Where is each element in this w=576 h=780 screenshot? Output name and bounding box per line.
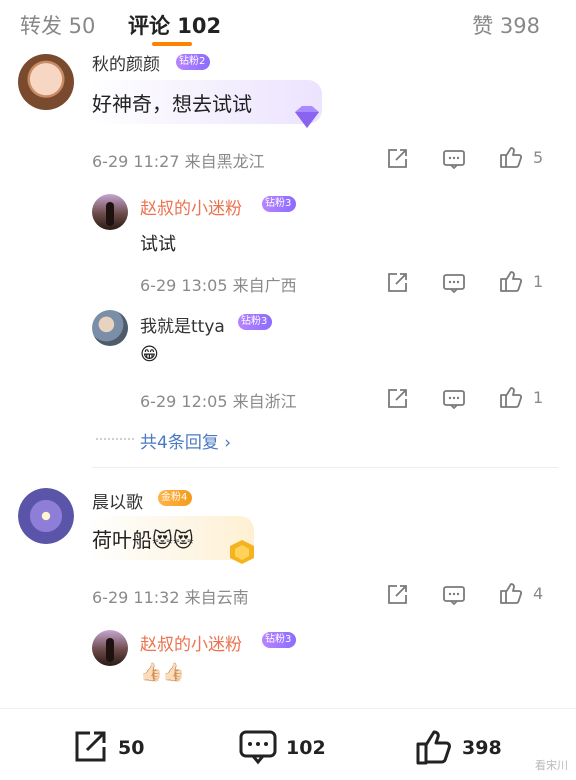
comment-text: 荷叶船😻😻 [92,528,194,552]
share-icon[interactable] [384,582,410,608]
like-count: 4 [533,584,544,603]
repost-count: 50 [118,737,145,759]
like-icon[interactable] [498,384,524,410]
reply-username[interactable]: 我就是ttya [140,312,225,337]
tab-comment[interactable]: 评论 102 [128,10,221,40]
like-count: 1 [533,388,544,407]
tab-like[interactable]: 赞 398 [472,10,540,40]
more-replies-label[interactable]: 共4条回复 › [140,428,231,453]
like-icon [416,730,451,765]
share-icon[interactable] [384,146,410,172]
fan-badge: 钻粉3 [262,196,297,212]
like-count: 5 [533,148,544,167]
reply-text: 试试 [140,234,176,255]
comment-text: 好神奇，想去试试 [92,92,252,116]
more-replies-dots [96,438,134,440]
comment-meta: 6-29 11:27 来自黑龙江 [92,152,265,171]
like-icon[interactable] [498,144,524,170]
reply-meta: 6-29 13:05 来自广西 [140,276,297,295]
reply-text: 😁 [140,344,159,365]
fan-badge: 钻粉2 [176,54,211,70]
like-count: 398 [462,737,502,759]
comment-meta: 6-29 11:32 来自云南 [92,588,249,607]
fan-badge: 金粉4 [158,490,193,506]
like-icon[interactable] [498,268,524,294]
reply-username[interactable]: 赵叔的小迷粉 [140,630,242,655]
reply-icon[interactable] [441,582,467,608]
comment-username[interactable]: 晨以歌 [92,488,143,513]
reply-meta: 6-29 12:05 来自浙江 [140,392,297,411]
reply-icon[interactable] [441,270,467,296]
tab-repost[interactable]: 转发 50 [20,10,95,40]
comment-count: 102 [286,737,326,759]
comment-username[interactable]: 秋的颜颜 [92,50,160,75]
fan-badge: 钻粉3 [262,632,297,648]
avatar[interactable] [92,310,128,346]
diamond-icon [295,106,319,128]
reply-username[interactable]: 赵叔的小迷粉 [140,194,242,219]
reply-text: 👍🏻👍🏻 [140,662,185,683]
avatar[interactable] [92,194,128,230]
fan-badge: 钻粉3 [238,314,273,330]
watermark: 看宋川 [535,759,568,772]
like-icon[interactable] [498,580,524,606]
reply-icon[interactable] [441,146,467,172]
avatar[interactable] [92,630,128,666]
gold-badge-icon [230,540,254,564]
tab-active-indicator [152,42,192,46]
share-icon[interactable] [384,386,410,412]
divider [92,467,558,468]
share-icon [75,731,106,762]
share-icon[interactable] [384,270,410,296]
avatar[interactable] [18,54,74,110]
avatar[interactable] [18,488,74,544]
like-count: 1 [533,272,544,291]
reply-icon[interactable] [441,386,467,412]
comment-tabs: 转发 50 评论 102 赞 398 [0,0,576,50]
bottom-action-bar: 50 102 398 看宋川 [0,708,576,780]
comment-icon [239,730,277,765]
